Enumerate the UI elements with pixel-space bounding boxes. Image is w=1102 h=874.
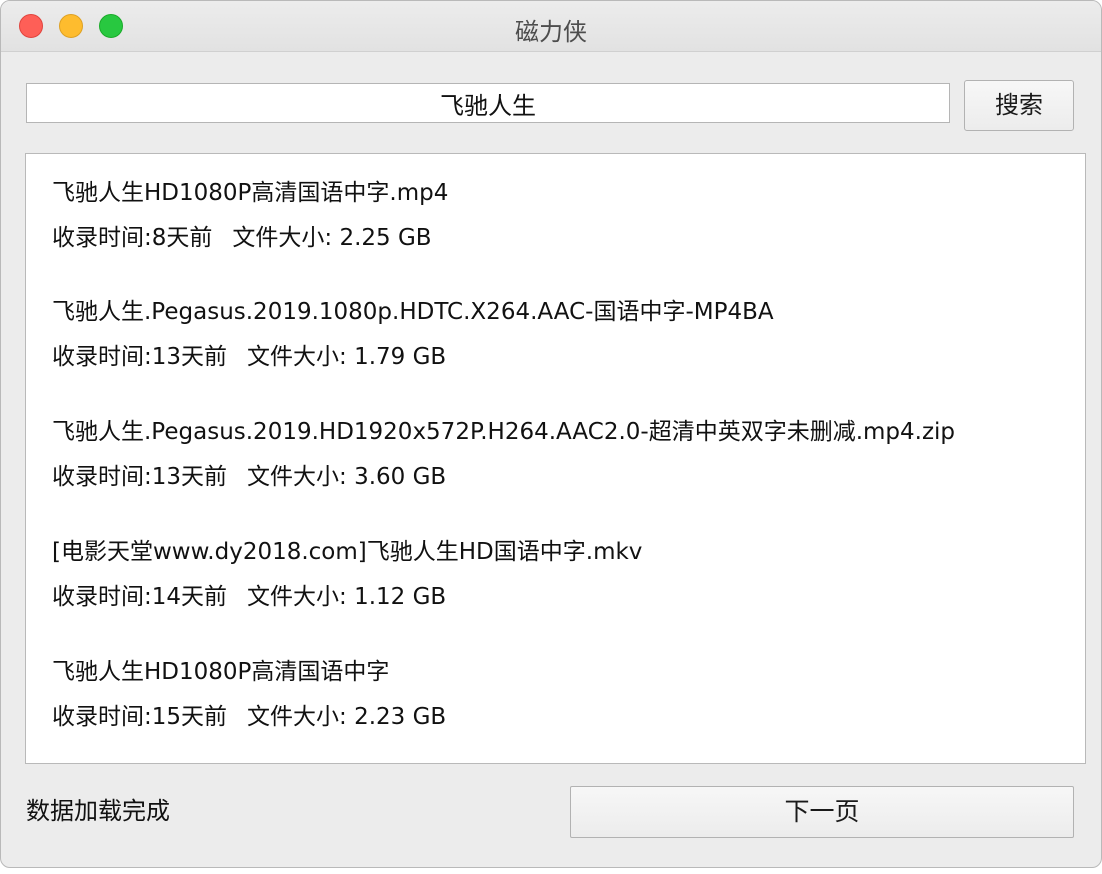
result-meta: 收录时间:14天前 文件大小: 1.12 GB <box>52 582 446 612</box>
result-size: 文件大小: 1.12 GB <box>247 584 447 610</box>
result-meta: 收录时间:15天前 文件大小: 2.23 GB <box>52 702 446 732</box>
result-name: 飞驰人生HD1080P高清国语中字 <box>52 659 390 685</box>
title-bar[interactable]: 磁力侠 <box>1 1 1101 52</box>
result-size: 文件大小: 2.23 GB <box>247 704 447 730</box>
result-meta: 收录时间:13天前 文件大小: 3.60 GB <box>52 462 446 492</box>
results-list[interactable]: 飞驰人生HD1080P高清国语中字.mp4 收录时间:8天前 文件大小: 2.25… <box>25 153 1086 764</box>
next-page-button[interactable]: 下一页 <box>570 786 1074 838</box>
result-name: 飞驰人生.Pegasus.2019.1080p.HDTC.X264.AAC-国语… <box>52 299 774 325</box>
result-size: 文件大小: 2.25 GB <box>232 225 432 251</box>
result-meta: 收录时间:8天前 文件大小: 2.25 GB <box>52 223 432 253</box>
result-meta: 收录时间:13天前 文件大小: 1.79 GB <box>52 342 446 372</box>
result-time: 收录时间:14天前 <box>52 584 228 610</box>
search-button[interactable]: 搜索 <box>964 80 1074 131</box>
result-size: 文件大小: 3.60 GB <box>247 464 447 490</box>
result-name: 飞驰人生HD1080P高清国语中字.mp4 <box>52 180 449 206</box>
result-name: 飞驰人生.Pegasus.2019.HD1920x572P.H264.AAC2.… <box>52 419 956 445</box>
result-time: 收录时间:13天前 <box>52 464 228 490</box>
result-time: 收录时间:15天前 <box>52 704 228 730</box>
result-size: 文件大小: 1.79 GB <box>247 344 447 370</box>
app-window: 磁力侠 搜索 飞驰人生HD1080P高清国语中字.mp4 收录时间:8天前文件大… <box>0 0 1102 868</box>
window-title: 磁力侠 <box>515 18 587 46</box>
result-time: 收录时间:13天前 <box>52 344 228 370</box>
status-text: 数据加载完成 <box>26 797 170 825</box>
result-time: 收录时间:8天前 <box>52 225 213 251</box>
search-input[interactable] <box>26 83 950 123</box>
result-name: [电影天堂www.dy2018.com]飞驰人生HD国语中字.mkv <box>52 539 643 565</box>
